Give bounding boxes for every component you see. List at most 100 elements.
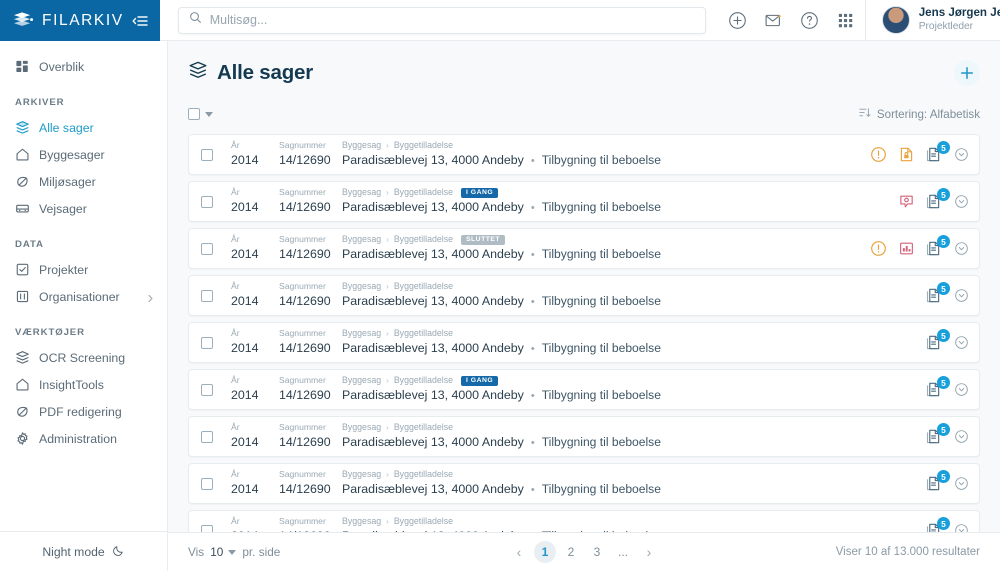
table-row[interactable]: År2014Sagnummer14/12690Byggesag›Byggetil…	[188, 275, 980, 316]
sidebar-item-overblik[interactable]: Overblik	[0, 53, 167, 80]
road-icon	[15, 201, 30, 216]
documents-icon[interactable]: 5	[926, 517, 950, 532]
apps-grid-icon[interactable]	[836, 11, 855, 30]
cell-year: År2014	[231, 375, 279, 403]
map-pin-icon[interactable]	[898, 193, 915, 210]
column-header-case-number: Sagnummer	[279, 422, 326, 433]
sidebar-item-insighttools[interactable]: InsightTools	[0, 371, 167, 398]
table-row[interactable]: År2014Sagnummer14/12690Byggesag›Byggetil…	[188, 510, 980, 532]
row-menu-icon[interactable]	[954, 288, 969, 303]
dashboard-icon	[15, 59, 30, 74]
sidebar-item-ocr-screening[interactable]: OCR Screening	[0, 344, 167, 371]
documents-icon[interactable]: 5	[926, 470, 950, 492]
pagination-page-3[interactable]: 3	[586, 541, 608, 563]
breadcrumb: Byggesag › Byggetilladelse	[342, 140, 856, 152]
alert-circle-icon[interactable]	[870, 240, 887, 257]
row-checkbox[interactable]	[201, 383, 213, 396]
night-mode-toggle[interactable]: Night mode	[0, 531, 167, 571]
add-case-button[interactable]	[954, 60, 980, 86]
document-count-badge: 5	[937, 188, 950, 201]
table-row[interactable]: År2014Sagnummer14/12690Byggesag›Byggetil…	[188, 463, 980, 504]
pagination-page-1[interactable]: 1	[534, 541, 556, 563]
sidebar-item-projekter[interactable]: Projekter	[0, 256, 167, 283]
documents-icon[interactable]: 5	[926, 141, 950, 163]
table-row[interactable]: År2014Sagnummer14/12690Byggesag›Byggetil…	[188, 181, 980, 222]
sidebar-item-administration[interactable]: Administration	[0, 425, 167, 452]
case-address: Paradisæblevej 13, 4000 Andeby	[342, 435, 524, 450]
documents-icon[interactable]: 5	[926, 235, 950, 257]
sorting-control[interactable]: Sortering: Alfabetisk	[859, 107, 980, 121]
sidebar-item-alle-sager[interactable]: Alle sager	[0, 114, 167, 141]
row-checkbox[interactable]	[201, 289, 213, 302]
breadcrumb-item: Byggetilladelse	[393, 281, 453, 292]
document-lock-icon[interactable]	[898, 146, 915, 163]
per-page-suffix: pr. side	[242, 545, 281, 559]
brand-area[interactable]: FILARKIV	[0, 0, 160, 41]
row-menu-icon[interactable]	[954, 382, 969, 397]
sidebar-item-miljoesager[interactable]: Miljøsager	[0, 168, 167, 195]
documents-icon[interactable]: 5	[926, 376, 950, 398]
row-checkbox[interactable]	[201, 430, 213, 443]
row-menu-icon[interactable]	[954, 476, 969, 491]
chart-icon[interactable]	[898, 240, 915, 257]
collapse-sidebar-icon[interactable]	[132, 13, 148, 29]
case-address: Paradisæblevej 13, 4000 Andeby	[342, 247, 524, 262]
case-summary: Paradisæblevej 13, 4000 Andeby • Tilbygnin…	[342, 152, 856, 169]
user-menu[interactable]: Jens Jørgen Jensen Projektleder	[864, 0, 1000, 41]
add-icon[interactable]	[728, 11, 747, 30]
column-header-year: År	[231, 516, 240, 527]
breadcrumb: Byggesag › Byggetilladelse	[342, 281, 912, 293]
table-row[interactable]: År2014Sagnummer14/12690Byggesag›Byggetil…	[188, 416, 980, 457]
documents-icon[interactable]: 5	[926, 329, 950, 351]
row-menu-icon[interactable]	[954, 241, 969, 256]
row-menu-icon[interactable]	[954, 429, 969, 444]
row-menu-icon[interactable]	[954, 194, 969, 209]
home-icon	[15, 147, 30, 162]
sidebar-item-vejsager[interactable]: Vejsager	[0, 195, 167, 222]
search-input[interactable]	[209, 13, 695, 27]
per-page-select[interactable]: 10	[210, 545, 237, 559]
row-checkbox[interactable]	[201, 524, 213, 532]
column-header-year: År	[231, 140, 240, 151]
help-icon[interactable]	[800, 11, 819, 30]
cell-year: År2014	[231, 234, 279, 262]
row-menu-icon[interactable]	[954, 335, 969, 350]
search-box[interactable]	[177, 6, 706, 34]
row-checkbox[interactable]	[201, 195, 213, 208]
pagination-next[interactable]: ›	[638, 541, 660, 563]
table-row[interactable]: År2014Sagnummer14/12690Byggesag›Byggetil…	[188, 322, 980, 363]
chevron-down-icon[interactable]	[205, 111, 213, 117]
row-menu-icon[interactable]	[954, 147, 969, 162]
documents-icon[interactable]: 5	[926, 282, 950, 304]
layers-icon	[188, 60, 208, 86]
row-checkbox[interactable]	[201, 336, 213, 349]
table-row[interactable]: År2014Sagnummer14/12690Byggesag›Byggetil…	[188, 134, 980, 175]
pagination-page-2[interactable]: 2	[560, 541, 582, 563]
column-header-case-number: Sagnummer	[279, 328, 326, 339]
row-checkbox[interactable]	[201, 477, 213, 490]
alert-circle-icon[interactable]	[870, 146, 887, 163]
cell-case-details: Byggesag›ByggetilladelseParadisæblevej 1…	[342, 328, 912, 357]
row-checkbox[interactable]	[201, 148, 213, 161]
table-row[interactable]: År2014Sagnummer14/12690Byggesag›Byggetil…	[188, 228, 980, 269]
table-row[interactable]: År2014Sagnummer14/12690Byggesag›Byggetil…	[188, 369, 980, 410]
breadcrumb: Byggesag › Byggetilladelse I GANG	[342, 187, 884, 199]
mail-icon[interactable]	[764, 11, 783, 30]
row-menu-icon[interactable]	[954, 523, 969, 532]
row-checkbox[interactable]	[201, 242, 213, 255]
cell-case-details: Byggesag › Byggetilladelse I GANG Paradisæbl…	[342, 187, 884, 216]
select-all-checkbox[interactable]	[188, 108, 213, 120]
sidebar-item-pdf-redigering[interactable]: PDF redigering	[0, 398, 167, 425]
per-page-prefix: Vis	[188, 545, 205, 559]
documents-icon[interactable]: 5	[926, 188, 950, 210]
document-count-badge: 5	[937, 235, 950, 248]
documents-icon[interactable]: 5	[926, 423, 950, 445]
sidebar-item-byggesager[interactable]: Byggesager	[0, 141, 167, 168]
top-bar-main: Jens Jørgen Jensen Projektleder	[159, 0, 1000, 41]
column-header-year: År	[231, 422, 240, 433]
sidebar-item-organisationer[interactable]: Organisationer	[0, 283, 167, 310]
case-summary: Paradisæblevej 13, 4000 Andeby • Tilbygnin…	[342, 387, 912, 404]
chevron-right-icon[interactable]	[146, 292, 155, 303]
pagination-prev[interactable]: ‹	[508, 541, 530, 563]
breadcrumb-separator: ›	[386, 140, 389, 150]
